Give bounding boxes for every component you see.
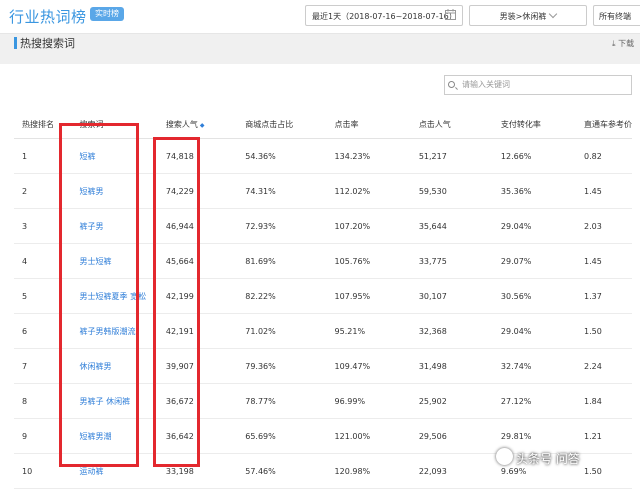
cell-mall-click-ratio: 54.36% xyxy=(237,138,327,174)
cell-ctr: 134.23% xyxy=(326,138,411,174)
cell-ctr: 96.99% xyxy=(326,383,411,419)
cell-conversion: 29.07% xyxy=(492,243,576,279)
cell-conversion: 29.04% xyxy=(492,313,576,349)
cell-ctr: 109.47% xyxy=(326,348,411,384)
cell-ztc-price: 1.84 xyxy=(576,383,632,419)
cell-click-popularity: 31,498 xyxy=(410,348,493,384)
cell-ctr: 95.21% xyxy=(326,313,411,349)
chevron-down-icon xyxy=(549,9,558,19)
cell-click-popularity: 29,506 xyxy=(410,418,493,454)
keyword-search-input[interactable]: 请输入关键词 xyxy=(444,75,632,95)
search-icon xyxy=(448,81,455,88)
date-range-picker[interactable]: 最近1天（2018-07-16~2018-07-16） xyxy=(305,5,463,26)
watermark-logo-icon xyxy=(496,448,513,465)
cell-ztc-price: 1.37 xyxy=(576,278,632,314)
terminal-select[interactable]: 所有终端 xyxy=(593,5,640,26)
cell-mall-click-ratio: 78.77% xyxy=(237,383,327,419)
cell-mall-click-ratio: 79.36% xyxy=(237,348,327,384)
cell-ctr: 120.98% xyxy=(326,453,411,489)
cell-ctr: 105.76% xyxy=(326,243,411,279)
category-label: 男装>休闲裤 xyxy=(499,12,547,21)
cell-mall-click-ratio: 74.31% xyxy=(237,173,327,209)
col-ctr: 点击率 xyxy=(326,110,411,139)
cell-mall-click-ratio: 72.93% xyxy=(237,208,327,244)
cell-ztc-price: 1.45 xyxy=(576,173,632,209)
cell-ztc-price: 1.50 xyxy=(576,313,632,349)
cell-conversion: 35.36% xyxy=(492,173,576,209)
cell-click-popularity: 35,644 xyxy=(410,208,493,244)
cell-click-popularity: 32,368 xyxy=(410,313,493,349)
col-search-popularity[interactable]: 搜索人气 ◆ xyxy=(157,110,238,139)
cell-ctr: 107.95% xyxy=(326,278,411,314)
realtime-badge[interactable]: 实时榜 xyxy=(90,7,124,21)
cell-mall-click-ratio: 81.69% xyxy=(237,243,327,279)
cell-ctr: 112.02% xyxy=(326,173,411,209)
cell-ztc-price: 1.45 xyxy=(576,243,632,279)
highlight-keyword-column xyxy=(59,123,139,467)
col-ztc-price: 直通车参考价 xyxy=(576,110,632,139)
cell-mall-click-ratio: 65.69% xyxy=(237,418,327,454)
section-header xyxy=(0,34,640,64)
cell-mall-click-ratio: 82.22% xyxy=(237,278,327,314)
cell-ztc-price: 2.03 xyxy=(576,208,632,244)
cell-click-popularity: 33,775 xyxy=(410,243,493,279)
cell-click-popularity: 25,902 xyxy=(410,383,493,419)
col-conversion: 支付转化率 xyxy=(492,110,576,139)
cell-click-popularity: 51,217 xyxy=(410,138,493,174)
section-marker xyxy=(14,37,17,49)
cell-ztc-price: 1.50 xyxy=(576,453,632,489)
top-bar: 行业热词榜 实时榜 最近1天（2018-07-16~2018-07-16） 男装… xyxy=(0,0,640,34)
section-title: 热搜搜索词 xyxy=(20,37,75,50)
watermark: 头条号 问答 xyxy=(516,452,580,466)
page-title: 行业热词榜 xyxy=(9,8,87,26)
cell-conversion: 32.74% xyxy=(492,348,576,384)
highlight-popularity-column xyxy=(153,137,200,467)
download-icon: ⤓ xyxy=(612,39,616,48)
cell-ctr: 107.20% xyxy=(326,208,411,244)
cell-click-popularity: 59,530 xyxy=(410,173,493,209)
download-button[interactable]: ⤓ 下载 xyxy=(612,38,634,49)
cell-ctr: 121.00% xyxy=(326,418,411,454)
cell-ztc-price: 0.82 xyxy=(576,138,632,174)
cell-click-popularity: 22,093 xyxy=(410,453,493,489)
cell-conversion: 30.56% xyxy=(492,278,576,314)
download-label: 下载 xyxy=(618,39,635,48)
category-select[interactable]: 男装>休闲裤 xyxy=(469,5,587,26)
col-search-popularity-label: 搜索人气 xyxy=(165,119,198,129)
sort-icon[interactable]: ◆ xyxy=(200,122,205,129)
col-click-popularity: 点击人气 xyxy=(410,110,493,139)
calendar-icon[interactable] xyxy=(445,9,456,20)
cell-ztc-price: 1.21 xyxy=(576,418,632,454)
cell-click-popularity: 30,107 xyxy=(410,278,493,314)
cell-conversion: 27.12% xyxy=(492,383,576,419)
cell-mall-click-ratio: 57.46% xyxy=(237,453,327,489)
cell-conversion: 12.66% xyxy=(492,138,576,174)
col-mall-click-ratio: 商城点击占比 xyxy=(237,110,327,139)
cell-ztc-price: 2.24 xyxy=(576,348,632,384)
cell-conversion: 29.04% xyxy=(492,208,576,244)
cell-mall-click-ratio: 71.02% xyxy=(237,313,327,349)
